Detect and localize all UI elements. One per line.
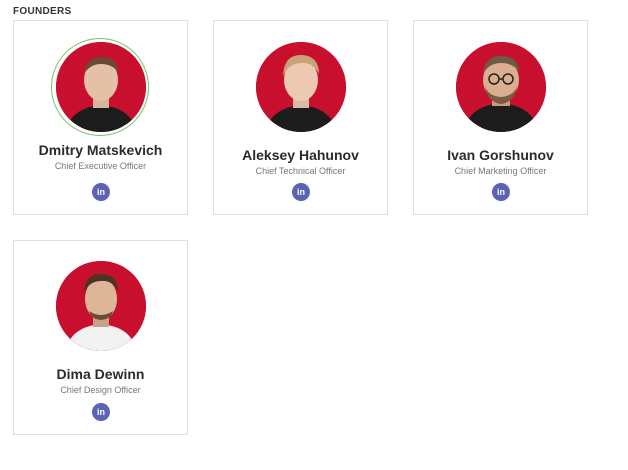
linkedin-icon[interactable]: in — [92, 403, 110, 421]
person-photo-icon — [456, 42, 546, 132]
founder-card: Ivan Gorshunov Chief Marketing Officer i… — [413, 20, 588, 215]
avatar — [256, 42, 346, 132]
founder-name: Dima Dewinn — [56, 366, 145, 382]
founder-name: Aleksey Hahunov — [242, 147, 359, 163]
founder-name: Ivan Gorshunov — [447, 147, 554, 163]
linkedin-icon[interactable]: in — [92, 183, 110, 201]
person-photo-icon — [56, 261, 146, 351]
avatar — [456, 42, 546, 132]
founder-card: Dima Dewinn Chief Design Officer in — [13, 240, 188, 435]
section-title: FOUNDERS — [13, 6, 72, 17]
founder-card: Dmitry Matskevich Chief Executive Office… — [13, 20, 188, 215]
person-photo-icon — [256, 42, 346, 132]
avatar — [56, 42, 146, 132]
founder-role: Chief Executive Officer — [54, 161, 147, 171]
avatar — [56, 261, 146, 351]
founder-role: Chief Design Officer — [60, 385, 141, 395]
founder-name: Dmitry Matskevich — [38, 142, 163, 158]
founder-card: Aleksey Hahunov Chief Technical Officer … — [213, 20, 388, 215]
linkedin-icon[interactable]: in — [492, 183, 510, 201]
person-photo-icon — [56, 42, 146, 132]
founder-role: Chief Marketing Officer — [454, 166, 547, 176]
linkedin-icon[interactable]: in — [292, 183, 310, 201]
founder-role: Chief Technical Officer — [255, 166, 346, 176]
